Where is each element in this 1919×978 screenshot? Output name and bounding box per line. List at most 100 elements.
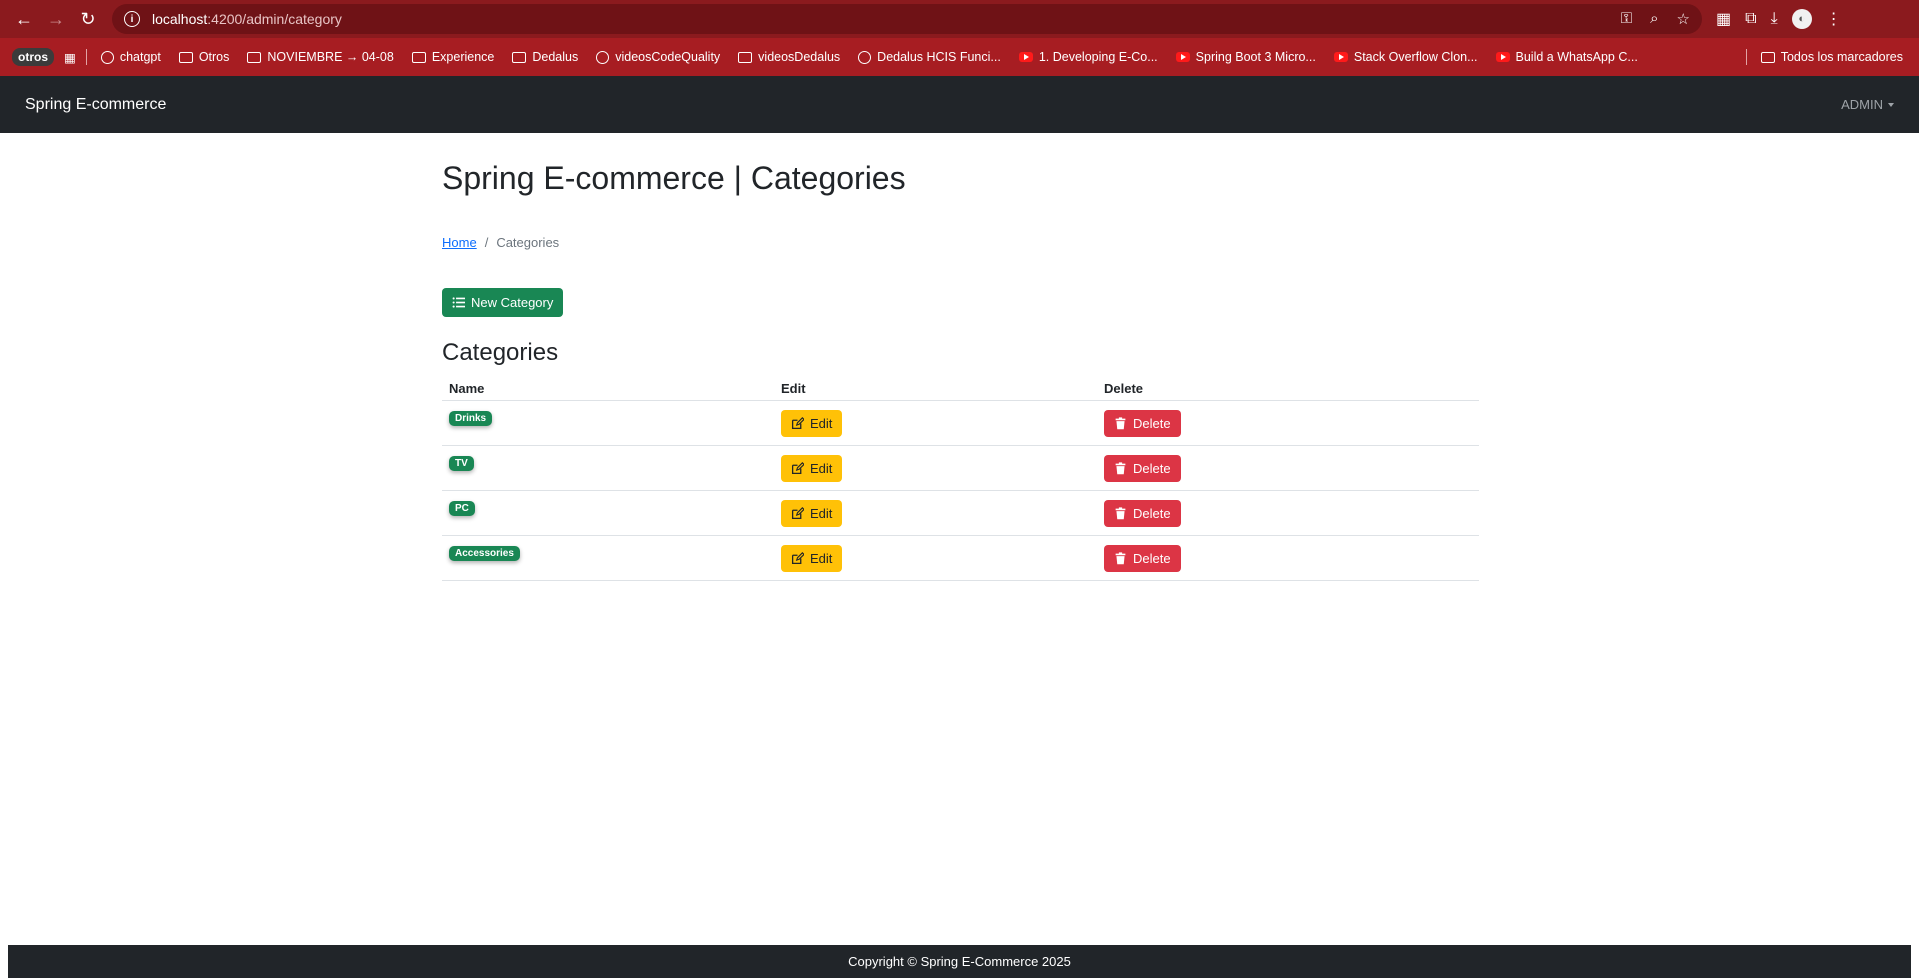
extensions-icon[interactable]: ⧉ — [1745, 10, 1756, 28]
youtube-icon — [1333, 52, 1348, 62]
trash-icon — [1115, 461, 1126, 474]
categories-table: Name Edit Delete Drinks Edit Delete TV E… — [442, 377, 1479, 581]
table-row: TV Edit Delete — [442, 445, 1479, 491]
folder-icon — [512, 51, 527, 63]
delete-button[interactable]: Delete — [1104, 499, 1181, 527]
page-footer: Copyright © Spring E-Commerce 2025 — [8, 945, 1911, 978]
key-icon[interactable]: ⚿ — [1621, 10, 1632, 28]
site-icon — [858, 50, 872, 64]
bookmark-item[interactable]: Dedalus — [508, 48, 582, 66]
bookmark-item[interactable]: Stack Overflow Clon... — [1330, 48, 1482, 66]
folder-icon — [738, 51, 753, 63]
bookmark-label: Dedalus HCIS Funci... — [877, 50, 1001, 64]
bookmark-item[interactable]: Experience — [408, 48, 499, 66]
bookmarks-bar: otros ▦ chatgpt Otros NOVIEMBRE → 04-08 … — [0, 38, 1919, 76]
category-name-cell: Accessories — [442, 535, 774, 581]
delete-label: Delete — [1133, 505, 1171, 521]
reload-icon[interactable]: ↻ — [72, 3, 104, 35]
delete-button[interactable]: Delete — [1104, 454, 1181, 482]
chatgpt-icon — [100, 50, 114, 64]
admin-dropdown[interactable]: ADMIN — [1841, 97, 1894, 112]
delete-cell: Delete — [1097, 445, 1479, 491]
table-row: Accessories Edit Delete — [442, 535, 1479, 581]
download-icon[interactable]: ⤓ — [1771, 10, 1778, 28]
delete-cell: Delete — [1097, 535, 1479, 581]
bookmark-label: Build a WhatsApp C... — [1515, 50, 1638, 64]
page-title: Spring E-commerce | Categories — [442, 160, 906, 196]
main-content: Spring E-commerce | Categories Home / Ca… — [442, 160, 1479, 581]
delete-button[interactable]: Delete — [1104, 544, 1181, 572]
notion-icon — [247, 51, 262, 63]
edit-icon — [791, 506, 804, 519]
edit-button[interactable]: Edit — [781, 454, 843, 482]
new-category-button[interactable]: New Category — [442, 288, 564, 317]
site-info-icon[interactable]: i — [124, 11, 140, 27]
folder-icon — [178, 51, 193, 63]
edit-icon — [791, 416, 804, 429]
delete-button[interactable]: Delete — [1104, 409, 1181, 437]
qr-icon[interactable]: ▦ — [1716, 9, 1731, 29]
table-row: PC Edit Delete — [442, 490, 1479, 536]
breadcrumb-home-link[interactable]: Home — [442, 235, 477, 250]
edit-label: Edit — [810, 415, 833, 431]
site-icon — [596, 50, 610, 64]
bookmark-group-otros[interactable]: otros — [12, 48, 54, 66]
youtube-icon — [1175, 52, 1190, 62]
category-badge: TV — [449, 455, 474, 471]
edit-button[interactable]: Edit — [781, 544, 843, 572]
navbar-brand[interactable]: Spring E-commerce — [25, 96, 166, 114]
bookmark-label: chatgpt — [119, 50, 161, 64]
star-icon[interactable]: ☆ — [1677, 10, 1690, 28]
all-bookmarks[interactable]: Todos los marcadores — [1757, 48, 1907, 66]
edit-cell: Edit — [774, 445, 1097, 491]
folder-icon — [411, 51, 426, 63]
bookmark-label: Experience — [431, 50, 495, 64]
breadcrumb: Home / Categories — [442, 235, 1479, 250]
edit-cell: Edit — [774, 490, 1097, 536]
bookmark-item[interactable]: NOVIEMBRE → 04-08 — [243, 48, 397, 66]
delete-label: Delete — [1133, 460, 1171, 476]
menu-icon[interactable]: ⋮ — [1826, 9, 1842, 29]
folder-icon — [1760, 51, 1775, 63]
delete-cell: Delete — [1097, 400, 1479, 446]
browser-toolbar: ← → ↻ i localhost:4200/admin/category ⚿ … — [0, 0, 1919, 38]
copyright-text: Copyright © Spring E-Commerce 2025 — [848, 954, 1071, 969]
category-name-cell: PC — [442, 490, 774, 536]
bookmark-label: Dedalus — [532, 50, 579, 64]
edit-button[interactable]: Edit — [781, 499, 843, 527]
edit-icon — [791, 461, 804, 474]
edit-label: Edit — [810, 550, 833, 566]
youtube-icon — [1018, 52, 1033, 62]
edit-cell: Edit — [774, 400, 1097, 446]
edit-button[interactable]: Edit — [781, 409, 843, 437]
category-name-cell: Drinks — [442, 400, 774, 446]
bookmark-item[interactable]: Dedalus HCIS Funci... — [854, 48, 1005, 66]
forward-icon[interactable]: → — [40, 3, 72, 35]
bookmark-item[interactable]: videosDedalus — [734, 48, 844, 66]
bookmark-item[interactable]: 1. Developing E-Co... — [1015, 48, 1162, 66]
bookmark-item[interactable]: videosCodeQuality — [592, 48, 724, 66]
trash-icon — [1115, 416, 1126, 429]
bookmark-item[interactable]: chatgpt — [97, 48, 165, 66]
bookmark-item[interactable]: Build a WhatsApp C... — [1492, 48, 1642, 66]
profile-avatar[interactable]: ◐ — [1791, 9, 1812, 29]
delete-label: Delete — [1133, 415, 1171, 431]
section-title: Categories — [442, 339, 559, 366]
bookmark-label: videosCodeQuality — [615, 50, 721, 64]
url-host: localhost — [152, 11, 208, 27]
apps-icon[interactable]: ▦ — [64, 50, 76, 65]
bookmark-label: NOVIEMBRE → 04-08 — [267, 50, 394, 64]
bookmark-label: Todos los marcadores — [1780, 50, 1903, 64]
address-bar[interactable]: i localhost:4200/admin/category ⚿ ⌕ ☆ — [112, 4, 1702, 34]
zoom-icon[interactable]: ⌕ — [1650, 10, 1658, 28]
new-category-label: New Category — [471, 295, 554, 310]
bookmark-item[interactable]: Otros — [175, 48, 234, 66]
category-badge: Drinks — [449, 410, 493, 426]
bookmark-item[interactable]: Spring Boot 3 Micro... — [1172, 48, 1320, 66]
back-icon[interactable]: ← — [8, 3, 40, 35]
table-row: Drinks Edit Delete — [442, 400, 1479, 446]
admin-label: ADMIN — [1841, 97, 1883, 112]
delete-cell: Delete — [1097, 490, 1479, 536]
breadcrumb-separator: / — [484, 235, 489, 250]
bookmark-label: Spring Boot 3 Micro... — [1195, 50, 1316, 64]
